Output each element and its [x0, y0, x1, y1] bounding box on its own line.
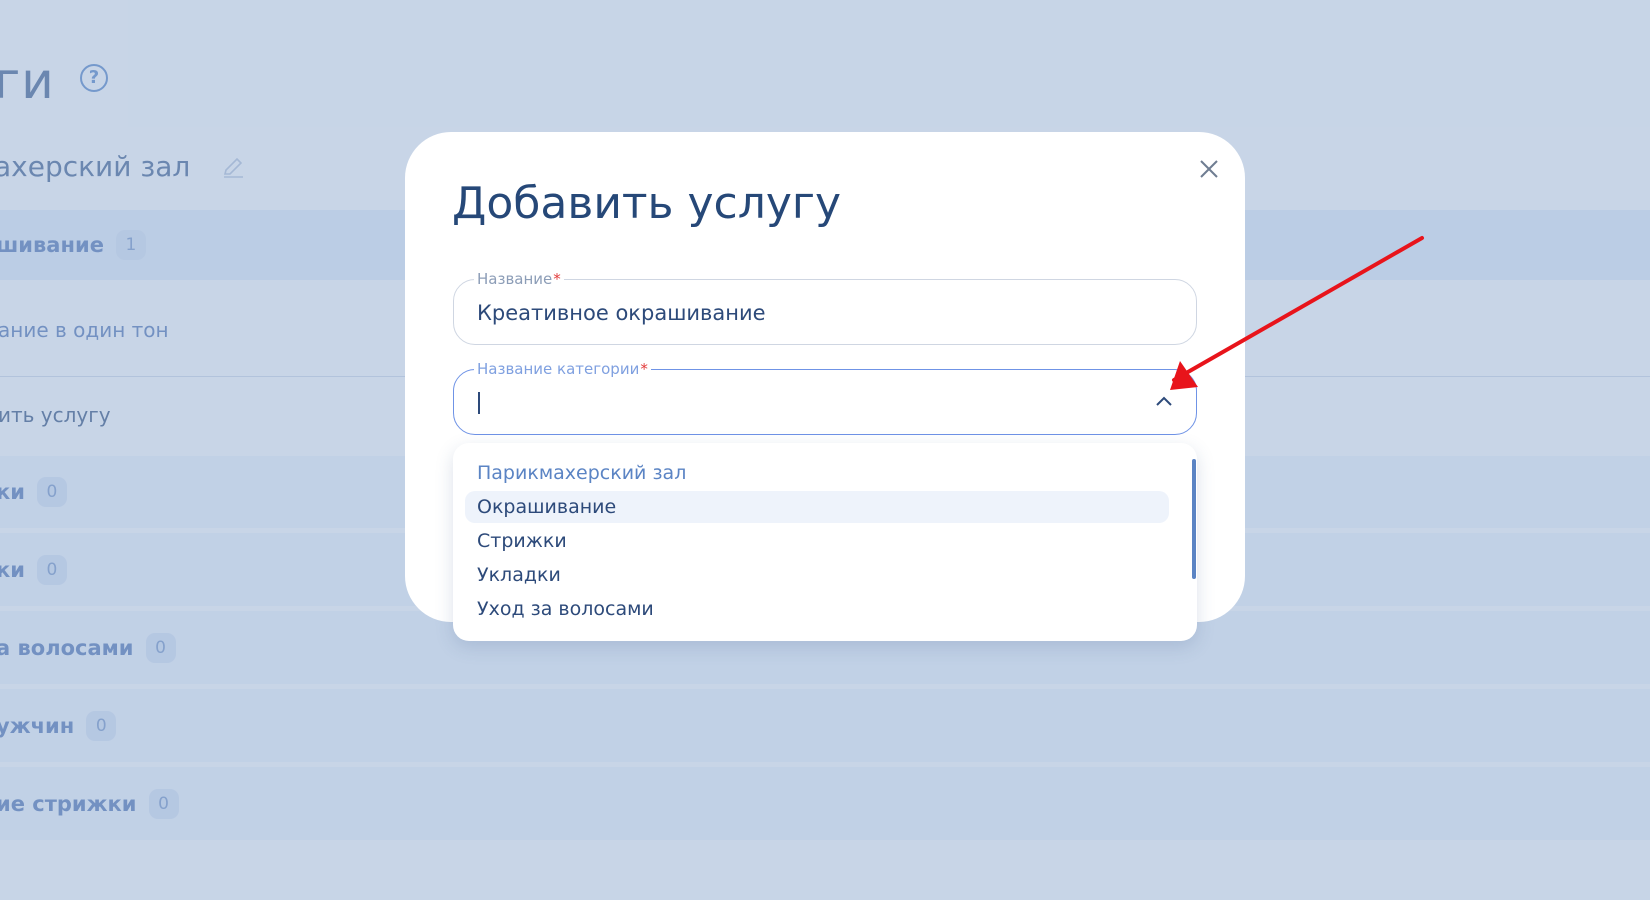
- category-dropdown[interactable]: Парикмахерский зал Окрашивание Стрижки У…: [453, 443, 1197, 641]
- category-name-label: Название категории*: [474, 360, 651, 378]
- dropdown-option[interactable]: Парикмахерский зал: [465, 457, 1169, 489]
- required-mark: *: [553, 270, 561, 288]
- category-name-field[interactable]: Название категории*: [453, 360, 1197, 435]
- text-caret: [478, 392, 480, 414]
- annotation-arrow: [1170, 236, 1424, 390]
- dropdown-scrollbar[interactable]: [1192, 459, 1196, 579]
- close-icon[interactable]: [1198, 158, 1220, 180]
- required-mark: *: [640, 360, 648, 378]
- dropdown-option[interactable]: Окрашивание: [465, 491, 1169, 523]
- dropdown-option[interactable]: Стрижки: [465, 525, 1169, 557]
- dropdown-option[interactable]: Уход за волосами: [465, 593, 1169, 625]
- service-name-label: Название*: [474, 270, 564, 288]
- dropdown-option[interactable]: Укладки: [465, 559, 1169, 591]
- modal-title: Добавить услугу: [452, 178, 842, 229]
- service-name-field[interactable]: Название* Креативное окрашивание: [453, 270, 1197, 345]
- service-name-value[interactable]: Креативное окрашивание: [477, 301, 766, 325]
